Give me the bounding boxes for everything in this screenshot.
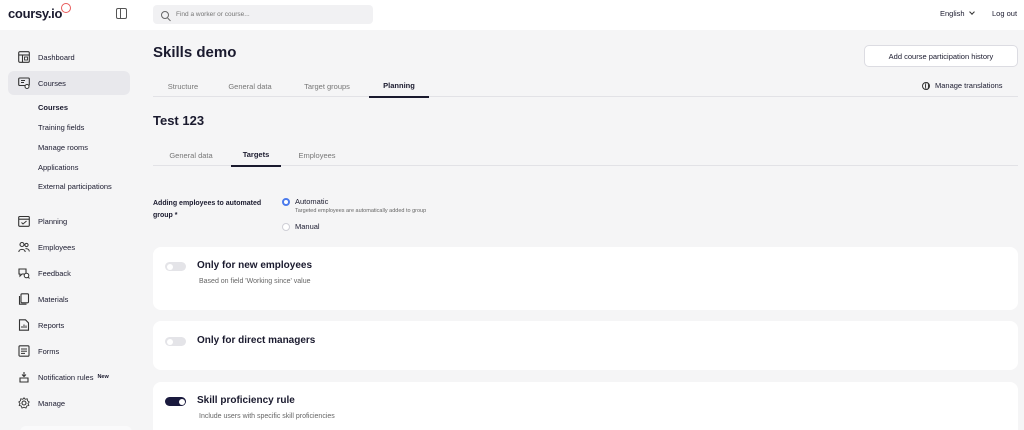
search-input[interactable] <box>176 11 356 18</box>
adding-employees-label: Adding employees to automated group * <box>153 200 262 219</box>
sidebar-item-manage[interactable]: Manage <box>8 391 130 415</box>
logo[interactable]: coursy.io <box>8 3 72 21</box>
toggle-skill-proficiency[interactable] <box>165 397 186 406</box>
tab-target-groups[interactable]: Target groups <box>291 75 363 97</box>
sidebar-item-notification-rules[interactable]: Notification rules New <box>8 365 130 389</box>
rule-description: Include users with specific skill profic… <box>199 413 335 420</box>
rule-title: Only for direct managers <box>197 335 316 346</box>
tab-planning[interactable]: Planning <box>369 75 429 98</box>
sidebar-item-label: Dashboard <box>38 52 75 62</box>
rule-card-skill-proficiency: Skill proficiency rule Include users wit… <box>153 382 1018 430</box>
rule-title: Skill proficiency rule <box>197 395 295 406</box>
new-badge: New <box>97 374 109 380</box>
sidebar-item-feedback[interactable]: Feedback <box>8 261 130 285</box>
sub-tabs: General data Targets Employees <box>153 144 1018 167</box>
radio-automatic-hint: Targeted employees are automatically add… <box>295 208 427 214</box>
manage-icon <box>18 397 30 409</box>
sidebar-item-label: Courses <box>38 78 66 88</box>
submenu-item-courses[interactable]: Courses <box>38 103 68 112</box>
sidebar-item-planning[interactable]: Planning <box>8 209 130 233</box>
sidebar-item-label: Planning <box>38 216 68 226</box>
radio-manual[interactable] <box>282 223 290 231</box>
employees-icon <box>18 241 30 253</box>
sidebar-item-materials[interactable]: Materials <box>8 287 130 311</box>
language-label: English <box>940 9 965 18</box>
logout-link[interactable]: Log out <box>992 9 1017 18</box>
main-tabs: Structure General data Target groups Pla… <box>153 75 1018 98</box>
submenu-item-applications[interactable]: Applications <box>38 163 78 172</box>
forms-icon <box>18 345 30 357</box>
sidebar-item-label: Reports <box>38 320 65 330</box>
radio-automatic-label[interactable]: Automatic <box>295 197 328 206</box>
add-course-participation-history-button[interactable]: Add course participation history <box>864 45 1018 67</box>
language-selector[interactable]: English <box>940 9 975 18</box>
subtab-targets[interactable]: Targets <box>231 144 281 167</box>
chevron-down-icon <box>968 9 975 15</box>
rule-title: Only for new employees <box>197 260 313 271</box>
materials-icon <box>18 293 30 305</box>
tab-general-data[interactable]: General data <box>215 75 285 97</box>
feedback-icon <box>18 268 30 279</box>
sidebar-item-label: Feedback <box>38 268 71 278</box>
sidebar-item-label: Employees <box>38 242 76 252</box>
radio-manual-label[interactable]: Manual <box>295 222 320 231</box>
dashboard-icon <box>18 51 30 63</box>
courses-icon <box>18 77 30 89</box>
logo-badge-icon <box>61 3 72 13</box>
planning-icon <box>18 215 30 227</box>
top-bar: coursy.io English Log out <box>0 0 1024 30</box>
sidebar-item-courses[interactable]: Courses <box>8 71 130 95</box>
subtab-general-data[interactable]: General data <box>153 144 229 166</box>
radio-automatic[interactable] <box>282 198 290 206</box>
toggle-direct-managers[interactable] <box>165 337 186 346</box>
toggle-new-employees[interactable] <box>165 262 186 271</box>
sidebar-item-label: Forms <box>38 346 60 356</box>
rule-card-direct-managers: Only for direct managers <box>153 321 1018 370</box>
submenu-item-manage-rooms[interactable]: Manage rooms <box>38 143 88 152</box>
tab-structure[interactable]: Structure <box>153 75 213 97</box>
sidebar-item-dashboard[interactable]: Dashboard <box>8 45 130 69</box>
page-title: Skills demo <box>153 44 237 61</box>
globe-icon <box>922 81 930 90</box>
notification-rules-icon <box>19 372 29 383</box>
rule-card-new-employees: Only for new employees Based on field 'W… <box>153 247 1018 310</box>
submenu-item-training-fields[interactable]: Training fields <box>38 123 84 132</box>
manage-translations-link[interactable]: Manage translations <box>922 81 1003 90</box>
search-bar[interactable] <box>153 5 373 24</box>
sidebar-item-forms[interactable]: Forms <box>8 339 130 363</box>
section-title: Test 123 <box>153 113 205 128</box>
sidebar-item-label: Notification rules <box>38 372 94 382</box>
rule-description: Based on field 'Working since' value <box>199 278 311 285</box>
sidebar-item-employees[interactable]: Employees <box>8 235 130 259</box>
submenu-item-external-participations[interactable]: External participations <box>38 182 112 191</box>
sidebar-item-reports[interactable]: Reports <box>8 313 130 337</box>
sidebar: Dashboard Courses Courses Training field… <box>0 30 140 430</box>
subtab-employees[interactable]: Employees <box>285 144 349 166</box>
sidebar-item-label: Materials <box>38 294 69 304</box>
sidebar-toggle-icon[interactable] <box>116 8 127 19</box>
logo-text: coursy.io <box>8 6 63 21</box>
reports-icon <box>18 319 30 331</box>
sidebar-bottom-panel <box>20 426 132 430</box>
manage-translations-label: Manage translations <box>935 81 1003 90</box>
sidebar-item-label: Manage <box>38 398 66 408</box>
search-icon <box>161 10 169 19</box>
